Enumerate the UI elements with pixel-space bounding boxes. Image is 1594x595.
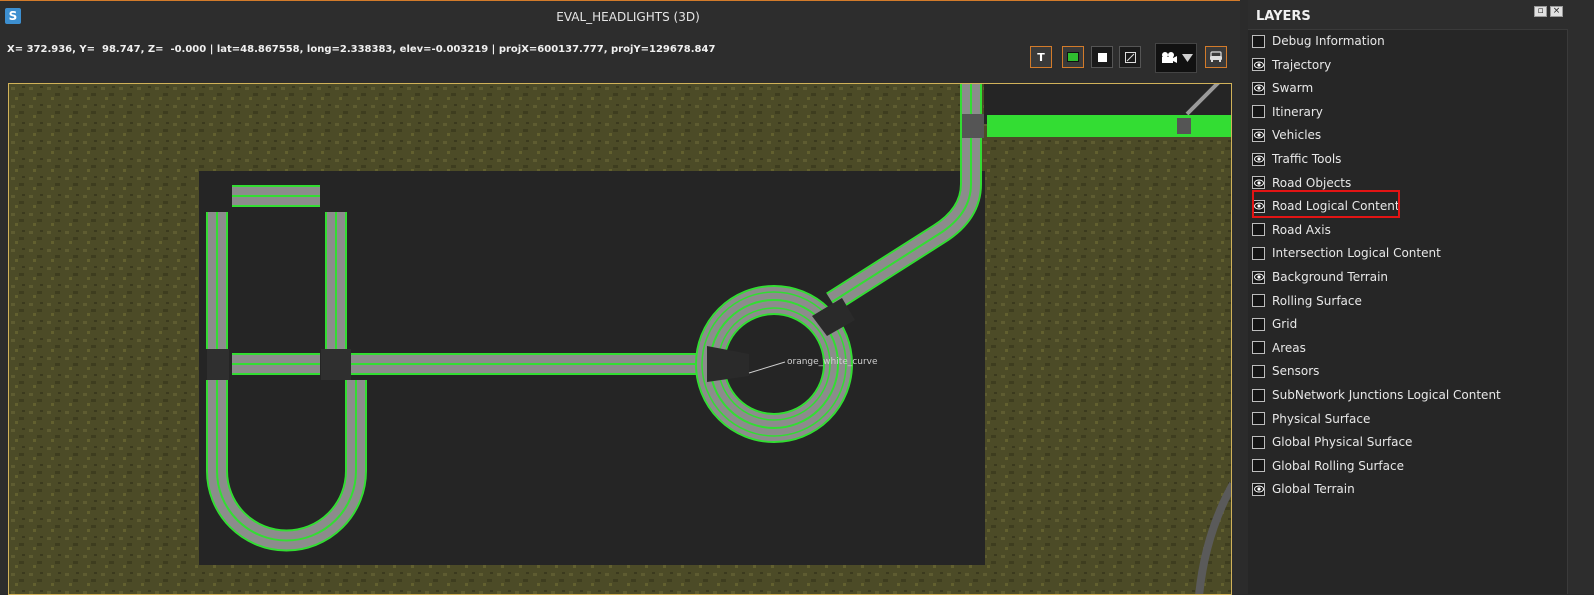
camera-selector-button[interactable]	[1155, 43, 1197, 73]
checked-eye-icon[interactable]	[1252, 128, 1265, 142]
viewport-window: S EVAL_HEADLIGHTS (3D) X= 372.936, Y= 98…	[0, 0, 1240, 595]
layer-checkbox[interactable]	[1252, 34, 1265, 48]
layer-label: Road Axis	[1272, 222, 1331, 237]
layer-checkbox[interactable]	[1252, 388, 1265, 402]
layers-list: Debug Information Trajectory Swarm Itinerar…	[1248, 29, 1568, 594]
layer-item[interactable]: Swarm	[1252, 78, 1313, 98]
vehicle-view-button[interactable]	[1205, 46, 1227, 68]
layer-label: Grid	[1272, 317, 1298, 332]
layers-panel-title: LAYERS	[1256, 9, 1311, 24]
terrain-view-button[interactable]	[1062, 46, 1084, 68]
layer-label: Trajectory	[1272, 57, 1332, 72]
layer-checkbox[interactable]	[1252, 317, 1265, 331]
layer-label: Rolling Surface	[1272, 293, 1362, 308]
layer-item[interactable]: Vehicles	[1252, 125, 1321, 145]
layer-item[interactable]: Intersection Logical Content	[1252, 243, 1441, 263]
layer-label: Global Rolling Surface	[1272, 458, 1404, 473]
road-label: orange_white_curve	[787, 357, 878, 367]
layer-checkbox[interactable]	[1252, 435, 1265, 449]
title-bar: S EVAL_HEADLIGHTS (3D)	[0, 1, 1240, 32]
layer-checkbox[interactable]	[1252, 412, 1265, 426]
layer-label: Sensors	[1272, 364, 1320, 379]
layers-panel: LAYERS ▫ × Debug Information Trajectory Sw…	[1248, 0, 1594, 594]
layer-checkbox[interactable]	[1252, 294, 1265, 308]
layer-item[interactable]: Global Rolling Surface	[1252, 456, 1404, 476]
layer-item[interactable]: Rolling Surface	[1252, 291, 1362, 311]
layer-label: Traffic Tools	[1272, 152, 1342, 166]
layer-item[interactable]: Areas	[1252, 338, 1306, 358]
layer-label: Physical Surface	[1272, 411, 1371, 426]
scene-viewport[interactable]: orange_white_curve	[8, 83, 1232, 595]
white-square-icon	[1097, 52, 1107, 62]
layer-label: Debug Information	[1272, 34, 1385, 48]
layer-item[interactable]: Traffic Tools	[1252, 149, 1341, 169]
layer-item[interactable]: Trajectory	[1252, 55, 1331, 75]
layer-item[interactable]: Grid	[1252, 314, 1297, 334]
checked-eye-icon[interactable]	[1252, 270, 1265, 284]
wireframe-square-icon	[1124, 51, 1136, 63]
layer-item[interactable]: Global Physical Surface	[1252, 432, 1412, 452]
checked-eye-icon[interactable]	[1252, 152, 1265, 166]
layer-label: Global Terrain	[1272, 482, 1355, 497]
highlight-box	[1252, 190, 1400, 218]
layer-checkbox[interactable]	[1252, 223, 1265, 237]
layer-label: Intersection Logical Content	[1272, 246, 1441, 261]
layer-item[interactable]: Itinerary	[1252, 102, 1323, 122]
layer-label: Vehicles	[1272, 128, 1322, 143]
window-title: EVAL_HEADLIGHTS (3D)	[556, 10, 700, 24]
checked-eye-icon[interactable]	[1252, 58, 1265, 72]
float-panel-button[interactable]: ▫	[1534, 6, 1547, 17]
layer-label: Itinerary	[1272, 104, 1323, 119]
junction-block	[1177, 118, 1191, 134]
layer-item[interactable]: Debug Information	[1252, 31, 1385, 51]
junction-block	[962, 114, 984, 138]
layer-checkbox[interactable]	[1252, 364, 1265, 378]
layer-label: Areas	[1272, 340, 1306, 355]
layer-checkbox[interactable]	[1252, 459, 1265, 473]
camera-icon	[1161, 52, 1177, 63]
layer-label: SubNetwork Junctions Logical Content	[1272, 388, 1501, 402]
layer-checkbox[interactable]	[1252, 246, 1265, 260]
checked-eye-icon[interactable]	[1252, 81, 1265, 95]
checked-eye-icon[interactable]	[1252, 176, 1265, 190]
chevron-down-icon	[1181, 54, 1193, 62]
car-icon	[1210, 51, 1222, 62]
close-panel-button[interactable]: ×	[1550, 6, 1563, 17]
layer-label: Background Terrain	[1272, 270, 1389, 284]
coordinate-readout: X= 372.936, Y= 98.747, Z= -0.000 | lat=4…	[7, 44, 716, 55]
layer-item[interactable]: SubNetwork Junctions Logical Content	[1252, 385, 1501, 405]
layer-checkbox[interactable]	[1252, 105, 1265, 119]
layer-item[interactable]: Road Axis	[1252, 220, 1331, 240]
layer-checkbox[interactable]	[1252, 341, 1265, 355]
scene-canvas: orange_white_curve	[9, 84, 1231, 594]
layer-label: Road Objects	[1272, 175, 1352, 190]
layer-item[interactable]: Background Terrain	[1252, 267, 1388, 287]
layer-item[interactable]: Physical Surface	[1252, 409, 1370, 429]
wireframe-button[interactable]	[1119, 46, 1141, 68]
checked-eye-icon[interactable]	[1252, 482, 1265, 496]
layer-label: Global Physical Surface	[1272, 435, 1413, 450]
green-square-icon	[1067, 52, 1079, 62]
text-tool-label: T	[1037, 50, 1045, 64]
text-tool-button[interactable]: T	[1030, 46, 1052, 68]
layer-label: Swarm	[1272, 81, 1314, 96]
junction-block	[321, 349, 351, 380]
white-fill-button[interactable]	[1091, 46, 1113, 68]
layer-item[interactable]: Sensors	[1252, 361, 1319, 381]
layer-item[interactable]: Global Terrain	[1252, 479, 1355, 499]
junction-block	[207, 349, 229, 380]
